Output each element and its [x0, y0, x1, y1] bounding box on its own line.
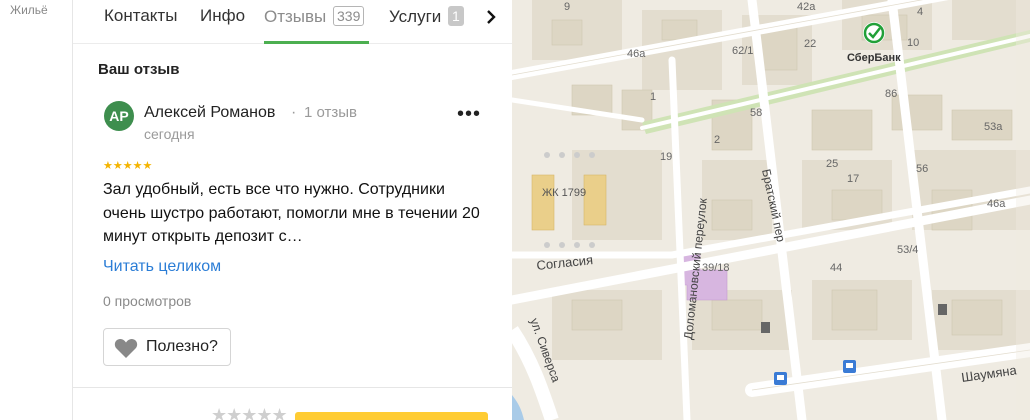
house-number: 10 — [907, 37, 919, 49]
tab-reviews-label: Отзывы — [264, 7, 327, 26]
house-number: 86 — [885, 88, 897, 100]
map-label-complex: ЖК 1799 — [542, 187, 586, 199]
tab-contacts-label: Контакты — [104, 6, 178, 25]
house-number: 39/18 — [702, 262, 730, 274]
map-canvas: СберБанк ЖК 1799 Согласия Доломановский … — [512, 0, 1030, 420]
house-number: 44 — [830, 262, 842, 274]
tab-info[interactable]: Инфо — [200, 6, 245, 26]
views-count: 0 просмотров — [103, 293, 192, 309]
house-number: 58 — [750, 107, 762, 119]
house-number: 46а — [987, 198, 1006, 210]
landmark-icon — [761, 322, 770, 333]
tab-reviews[interactable]: Отзывы 339 — [264, 6, 365, 27]
tab-bar: Контакты Инфо Отзывы 339 Услуги 1 — [73, 0, 512, 44]
house-number: 53а — [984, 121, 1003, 133]
useful-button-label: Полезно? — [146, 338, 218, 355]
rating-stars: ★★★★★ — [103, 160, 153, 172]
avatar[interactable]: АР — [104, 101, 134, 131]
organization-panel: Контакты Инфо Отзывы 339 Услуги 1 Ваш от… — [72, 0, 512, 420]
tab-services-count: 1 — [448, 6, 464, 26]
review-text: Зал удобный, есть все что нужно. Сотрудн… — [103, 181, 480, 245]
house-number: 19 — [660, 151, 672, 163]
useful-button[interactable]: Полезно? — [103, 328, 231, 366]
house-number: 4 — [917, 6, 923, 18]
tab-contacts[interactable]: Контакты — [104, 6, 177, 26]
house-number: 53/4 — [897, 244, 918, 256]
house-number: 46а — [627, 48, 646, 60]
tab-reviews-count: 339 — [333, 6, 365, 26]
more-options-icon[interactable]: ••• — [457, 104, 481, 124]
author-name[interactable]: Алексей Романов — [144, 104, 275, 122]
house-number: 17 — [847, 173, 859, 185]
heart-icon — [114, 337, 138, 359]
map[interactable]: СберБанк ЖК 1799 Согласия Доломановский … — [512, 0, 1030, 420]
review-date: сегодня — [144, 126, 195, 142]
tab-info-label: Инфо — [200, 6, 246, 25]
sidebar-label[interactable]: Жильё — [10, 3, 48, 17]
house-number: 22 — [804, 38, 816, 50]
active-tab-indicator — [264, 41, 369, 44]
house-number: 56 — [916, 163, 928, 175]
app-root: Жильё Контакты Инфо Отзывы 339 Услуги 1 … — [0, 0, 1030, 420]
bus-stop-icon — [774, 372, 787, 385]
bus-stop-icon — [843, 360, 856, 373]
house-number: 25 — [826, 158, 838, 170]
author-separator: · — [291, 104, 297, 121]
sberbank-logo-icon — [863, 22, 885, 44]
tabs-scroll-right-icon[interactable] — [481, 6, 501, 28]
house-number: 1 — [650, 91, 656, 103]
map-label-bank: СберБанк — [847, 52, 901, 64]
read-more-link[interactable]: Читать целиком — [103, 258, 221, 276]
house-number: 9 — [564, 1, 570, 13]
divider — [73, 387, 512, 388]
house-number: 42а — [797, 1, 816, 13]
landmark-icon — [938, 304, 947, 315]
section-title: Ваш отзыв — [98, 61, 180, 78]
write-review-button[interactable] — [295, 412, 488, 420]
house-number: 2 — [714, 134, 720, 146]
author-reviews-count: 1 отзыв — [304, 104, 358, 121]
house-number: 62/1 — [732, 45, 753, 57]
tab-services-label: Услуги — [389, 7, 442, 26]
left-sidebar: Жильё — [0, 0, 72, 420]
rate-stars-input[interactable]: ★★★★★ — [211, 405, 288, 420]
tab-services[interactable]: Услуги 1 — [389, 6, 464, 27]
